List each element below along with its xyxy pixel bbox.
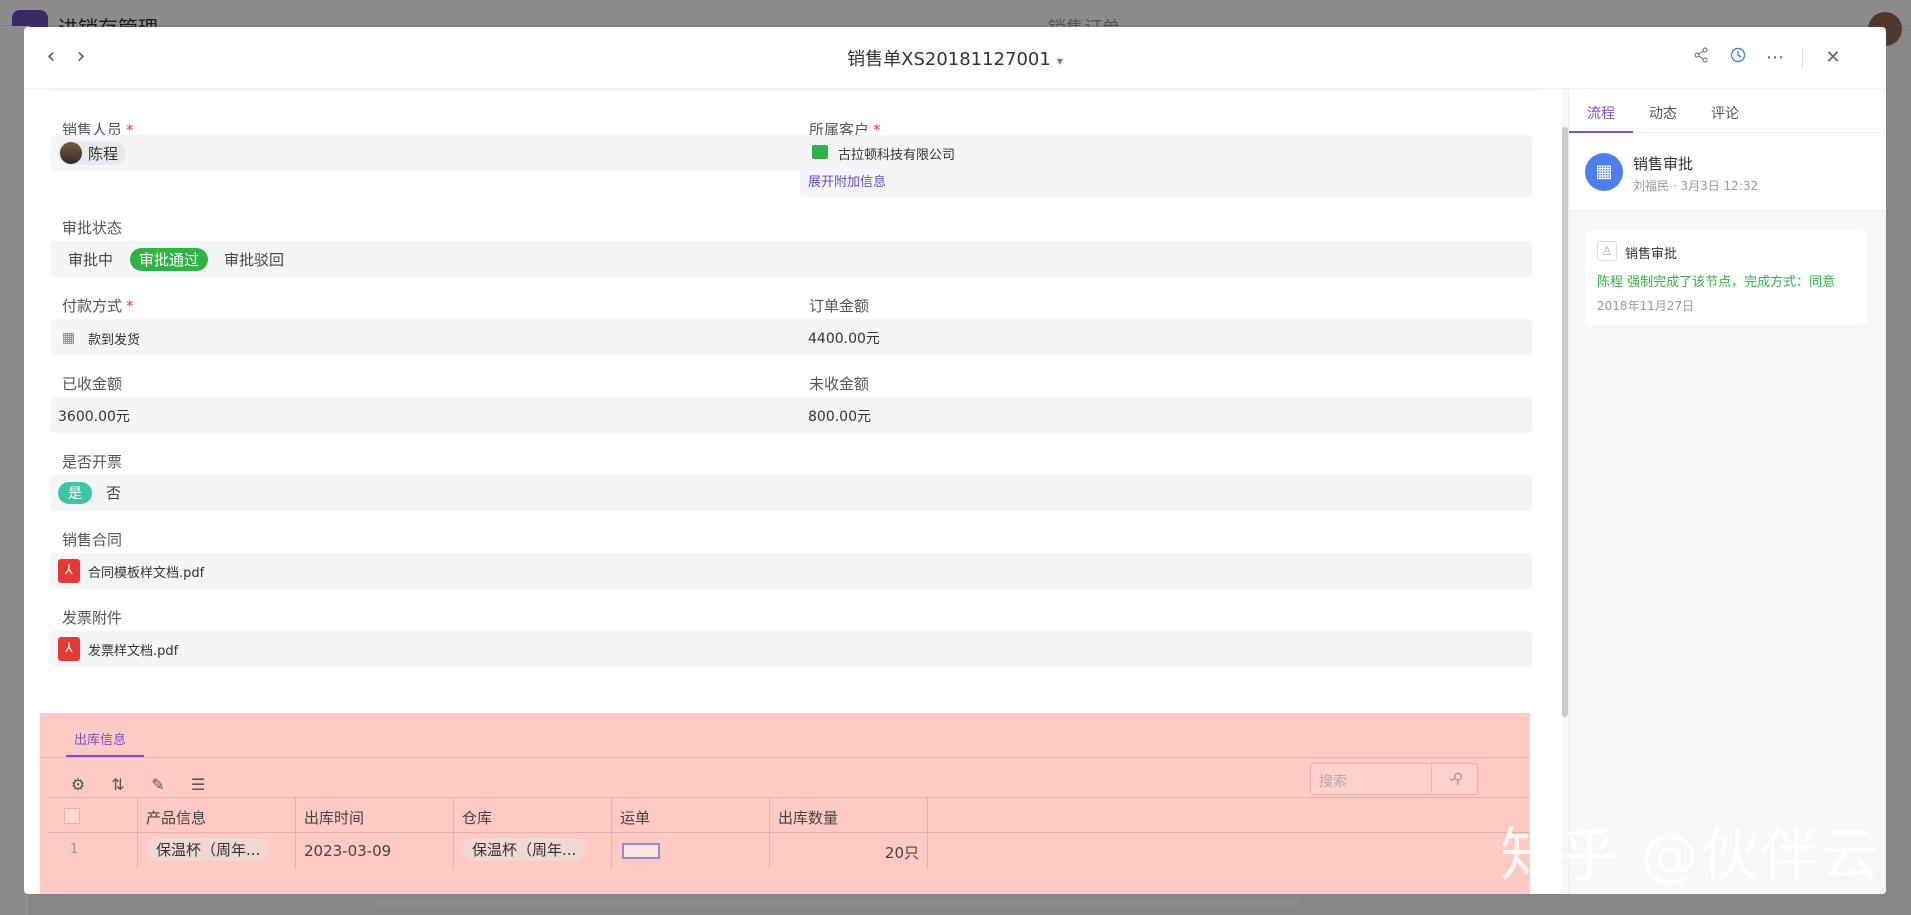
- product-tag[interactable]: 保温杯（周年...: [146, 838, 271, 861]
- received-amount-value: 3600.00元: [58, 409, 130, 425]
- payment-method-value: 款到发货: [88, 333, 141, 348]
- waybill-cell: [612, 833, 770, 869]
- pdf-icon: ⅄: [58, 559, 80, 583]
- workflow-title: 销售审批: [1633, 155, 1694, 173]
- node-date: 2018年11月27日: [1597, 299, 1695, 313]
- row-index: 1: [48, 833, 138, 869]
- invoice-no-option[interactable]: 否: [106, 482, 121, 503]
- salesperson-field[interactable]: 陈程: [50, 135, 808, 171]
- order-amount-value: 4400.00元: [808, 331, 880, 347]
- right-tabs: 流程 动态 评论: [1569, 89, 1886, 133]
- unreceived-amount-field[interactable]: 800.00元: [800, 397, 1532, 433]
- node-message: 陈程 强制完成了该节点，完成方式：同意: [1597, 275, 1836, 290]
- pdf-icon: ⅄: [58, 637, 80, 661]
- record-modal: ‹ › 销售单XS20181127001 ▾ ⋯ ✕ 销售人员 * 陈程 所属客户 *…: [24, 27, 1886, 894]
- column-settings-icon[interactable]: ☰: [186, 773, 210, 797]
- sort-icon[interactable]: ⇅: [106, 773, 130, 797]
- unreceived-amount-label: 未收金额: [809, 375, 870, 393]
- expand-info-link[interactable]: 展开附加信息: [808, 171, 886, 190]
- watermark: 知乎 @伙伴云: [1500, 821, 1881, 889]
- approval-status-label: 审批状态: [62, 219, 123, 237]
- table-icon: ▦: [1585, 153, 1623, 191]
- select-all-cell: [48, 798, 138, 832]
- close-icon[interactable]: ✕: [1820, 45, 1846, 71]
- invoice-attachment-label: 发票附件: [62, 609, 123, 627]
- payment-method-label: 付款方式 *: [62, 297, 134, 315]
- approval-status-field: 审批中 审批通过 审批驳回: [50, 241, 1532, 277]
- received-amount-field[interactable]: 3600.00元: [50, 397, 808, 433]
- unreceived-amount-value: 800.00元: [808, 409, 871, 425]
- contract-field: ⅄ 合同模板样文档.pdf: [50, 553, 1532, 589]
- right-panel: 流程 动态 评论 ▦ 销售审批 刘福民 · 3月3日 12:32 ♙ 销售审批 …: [1568, 89, 1886, 894]
- salesperson-name: 陈程: [88, 144, 119, 163]
- outbound-section: 出库信息 ⚙ ⇅ ✎ ☰ 搜索 ⌄ ⚲ 产品信息 出库时间 仓库 运单 出库数量: [40, 713, 1530, 894]
- contact-card-icon: [812, 145, 828, 159]
- received-amount-label: 已收金额: [62, 375, 123, 393]
- history-icon[interactable]: [1725, 45, 1751, 71]
- qty-cell: 20只: [770, 833, 928, 869]
- record-title-wrap[interactable]: 销售单XS20181127001 ▾: [24, 45, 1886, 71]
- tab-activity[interactable]: 动态: [1649, 103, 1677, 123]
- horizontal-scrollbar[interactable]: [376, 899, 1300, 906]
- column-header-product[interactable]: 产品信息: [138, 798, 296, 832]
- status-option-rejected[interactable]: 审批驳回: [224, 249, 284, 270]
- invoice-field: 是 否: [50, 475, 1532, 511]
- tab-flow[interactable]: 流程: [1587, 103, 1615, 123]
- column-header-time[interactable]: 出库时间: [296, 798, 454, 832]
- settings-icon[interactable]: ⚙: [66, 773, 90, 797]
- time-cell: 2023-03-09: [296, 833, 454, 869]
- chevron-down-icon: ▾: [1056, 54, 1063, 68]
- user-icon: ♙: [1597, 241, 1617, 261]
- payment-method-field[interactable]: ▦ 款到发货: [50, 319, 808, 355]
- table-header: 产品信息 出库时间 仓库 运单 出库数量: [48, 797, 1530, 833]
- table-row[interactable]: 1 保温杯（周年... 2023-03-09 保温杯（周年... 20只: [48, 833, 1530, 869]
- salesperson-chip[interactable]: 陈程: [58, 141, 127, 165]
- contract-file-link[interactable]: 合同模板样文档.pdf: [88, 562, 204, 581]
- header-divider: [1802, 49, 1803, 67]
- invoice-file-link[interactable]: 发票样文档.pdf: [88, 640, 178, 659]
- warehouse-tag[interactable]: 保温杯（周年...: [462, 838, 587, 861]
- record-title: 销售单XS20181127001: [847, 49, 1051, 70]
- more-icon[interactable]: ⋯: [1762, 45, 1788, 71]
- search-separator: [1431, 765, 1432, 793]
- modal-header: ‹ › 销售单XS20181127001 ▾ ⋯ ✕: [24, 27, 1886, 89]
- column-header-waybill[interactable]: 运单: [612, 798, 770, 832]
- tab-comments[interactable]: 评论: [1711, 103, 1739, 123]
- warehouse-cell: 保温杯（周年...: [454, 833, 612, 869]
- order-amount-label: 订单金额: [809, 297, 870, 315]
- search-icon[interactable]: ⚲: [1438, 763, 1478, 795]
- customer-name[interactable]: 古拉顿科技有限公司: [838, 144, 955, 163]
- avatar: [60, 142, 82, 164]
- invoice-label: 是否开票: [62, 453, 123, 471]
- share-icon[interactable]: [1688, 45, 1714, 71]
- contract-label: 销售合同: [62, 531, 123, 549]
- pin-icon[interactable]: ✎: [146, 773, 170, 797]
- customer-field[interactable]: 古拉顿科技有限公司 展开附加信息: [800, 135, 1532, 197]
- status-option-approved[interactable]: 审批通过: [130, 248, 209, 271]
- grid-icon: ▦: [62, 330, 76, 346]
- search-placeholder: 搜索: [1319, 774, 1347, 790]
- invoice-yes-option[interactable]: 是: [58, 482, 92, 504]
- column-header-warehouse[interactable]: 仓库: [454, 798, 612, 832]
- workflow-header[interactable]: ▦ 销售审批 刘福民 · 3月3日 12:32: [1569, 133, 1886, 211]
- column-header-qty[interactable]: 出库数量: [770, 798, 928, 832]
- record-form: 销售人员 * 陈程 所属客户 * 古拉顿科技有限公司 展开附加信息 审批状态 审批中…: [24, 89, 1562, 894]
- status-option-pending[interactable]: 审批中: [68, 249, 113, 270]
- invoice-attachment-field: ⅄ 发票样文档.pdf: [50, 631, 1532, 667]
- node-title: 销售审批: [1625, 247, 1678, 262]
- select-all-checkbox[interactable]: [64, 808, 80, 824]
- workflow-meta: 刘福民 · 3月3日 12:32: [1633, 179, 1759, 193]
- product-cell: 保温杯（周年...: [138, 833, 296, 869]
- tab-outbound-info[interactable]: 出库信息: [74, 729, 126, 748]
- waybill-thumbnail[interactable]: [622, 843, 660, 859]
- tab-divider: [40, 757, 1530, 758]
- workflow-node-card[interactable]: ♙ 销售审批 陈程 强制完成了该节点，完成方式：同意 2018年11月27日: [1585, 231, 1867, 325]
- order-amount-field[interactable]: 4400.00元: [800, 319, 1532, 355]
- top-divider: [50, 89, 1540, 91]
